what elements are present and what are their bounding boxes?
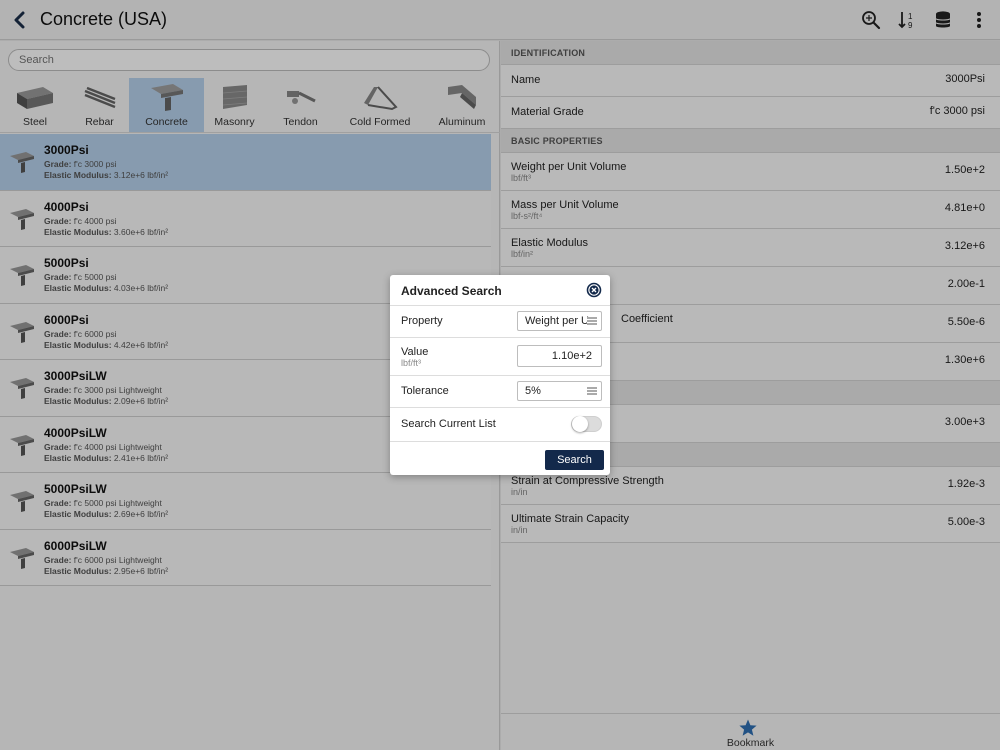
search-current-list-row: Search Current List xyxy=(390,408,610,442)
dialog-title: Advanced Search xyxy=(401,284,502,298)
menu-lines-icon xyxy=(587,387,597,395)
advanced-search-dialog: Advanced Search Property Weight per U Va… xyxy=(390,275,610,475)
tolerance-select-value: 5% xyxy=(525,385,541,397)
search-button[interactable]: Search xyxy=(545,450,604,470)
property-select-value: Weight per U xyxy=(525,315,589,327)
value-input[interactable]: 1.10e+2 xyxy=(517,345,602,367)
dialog-footer: Search xyxy=(390,442,610,474)
close-icon[interactable] xyxy=(586,282,602,298)
tolerance-select[interactable]: 5% xyxy=(517,381,602,401)
value-label: Value xyxy=(401,346,429,358)
search-current-list-label: Search Current List xyxy=(401,418,496,430)
property-label: Property xyxy=(401,315,443,327)
value-unit: lbf/ft³ xyxy=(401,358,422,368)
property-row: Property Weight per U xyxy=(390,306,610,338)
search-current-list-toggle[interactable] xyxy=(571,416,602,432)
toggle-knob xyxy=(572,416,588,432)
menu-lines-icon xyxy=(587,317,597,325)
tolerance-row: Tolerance 5% xyxy=(390,376,610,408)
value-row: Value lbf/ft³ 1.10e+2 xyxy=(390,338,610,376)
tolerance-label: Tolerance xyxy=(401,385,449,397)
property-select[interactable]: Weight per U xyxy=(517,311,602,331)
